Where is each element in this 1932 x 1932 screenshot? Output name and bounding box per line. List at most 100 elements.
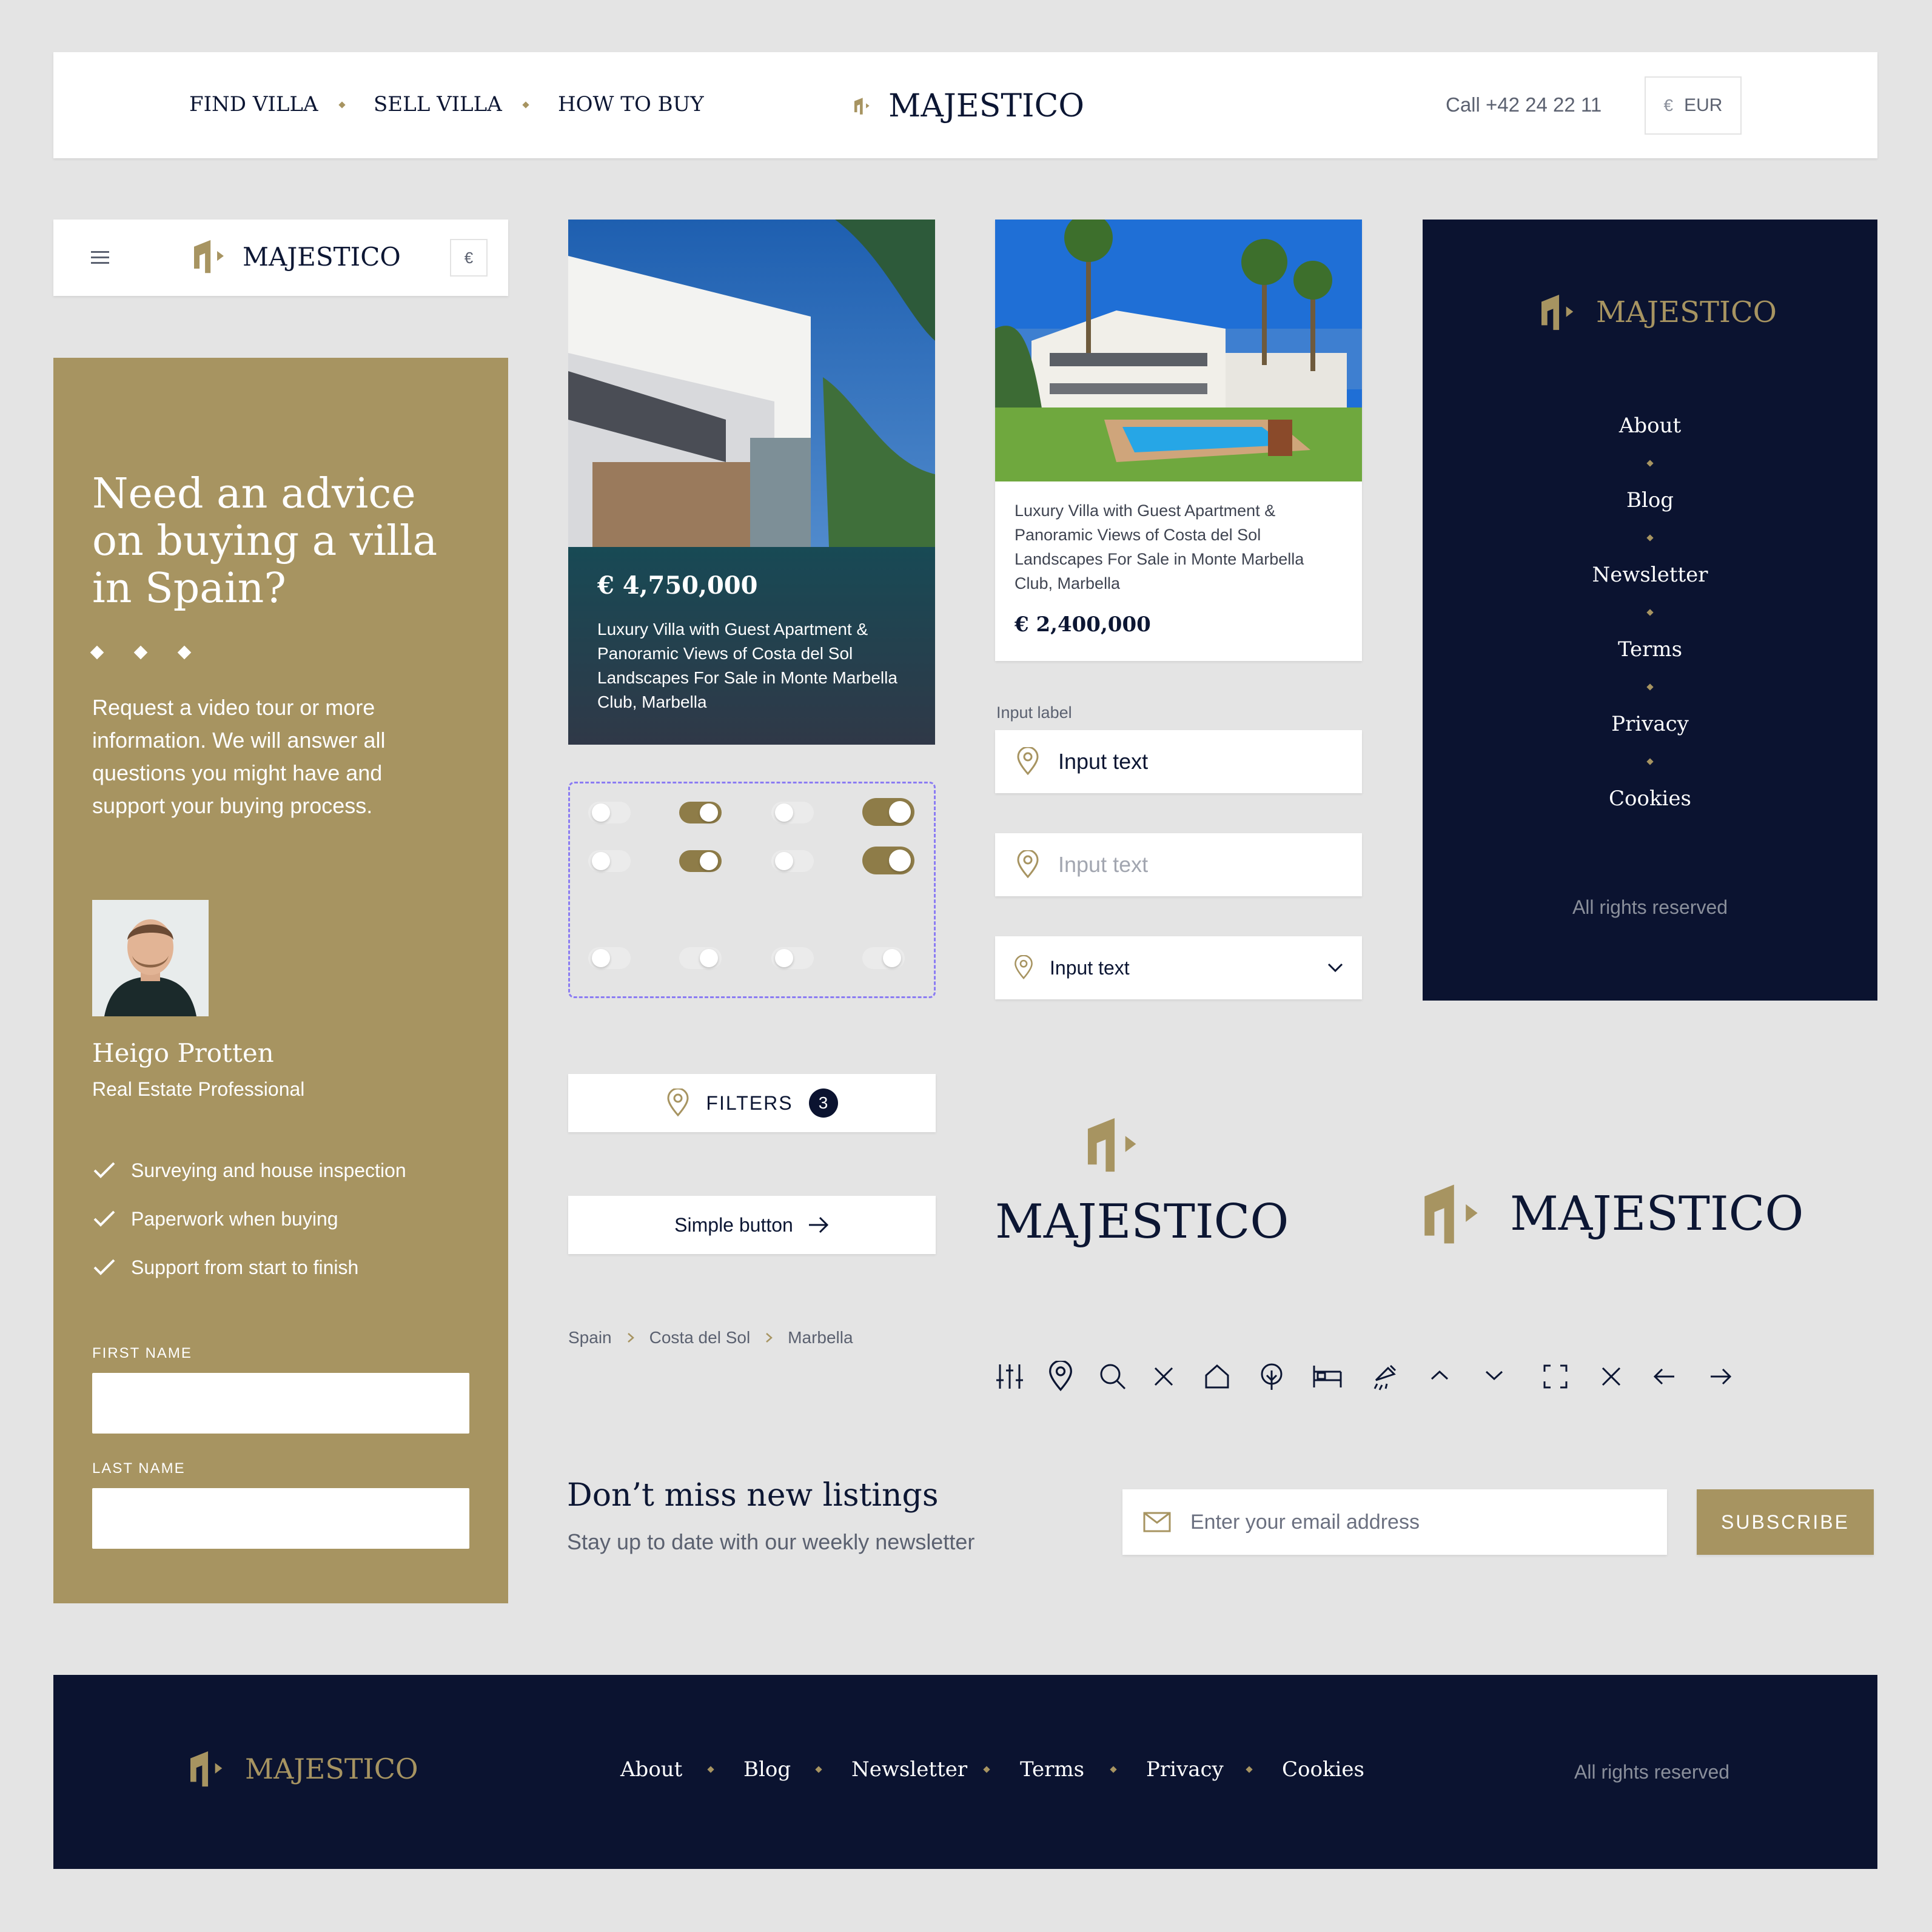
menu-item-newsletter[interactable]: Newsletter — [1423, 563, 1877, 587]
footer-link-blog[interactable]: Blog — [743, 1757, 791, 1782]
phone-number[interactable]: Call +42 24 22 11 — [1446, 93, 1602, 116]
menu-separator — [1646, 460, 1654, 467]
fullscreen-icon[interactable] — [1542, 1363, 1569, 1390]
search-icon[interactable] — [1098, 1362, 1127, 1391]
mobile-logo[interactable]: MAJESTICO — [193, 239, 401, 274]
shower-icon[interactable] — [1370, 1362, 1399, 1391]
footer-link-about[interactable]: About — [620, 1757, 682, 1782]
first-name-input[interactable] — [92, 1373, 469, 1434]
mail-icon — [1143, 1512, 1171, 1532]
toggle-switch[interactable] — [588, 802, 631, 823]
currency-label: EUR — [1684, 95, 1723, 115]
nav-sell-villa[interactable]: SELL VILLA — [374, 92, 502, 116]
location-input-empty[interactable]: Input text — [995, 833, 1362, 896]
menu-separator — [1646, 683, 1654, 691]
footer-link-cookies[interactable]: Cookies — [1282, 1757, 1364, 1782]
email-input[interactable]: Enter your email address — [1122, 1489, 1667, 1555]
villa-card[interactable]: Luxury Villa with Guest Apartment & Pano… — [995, 220, 1362, 661]
toggle-switch[interactable] — [862, 847, 914, 874]
newsletter-title: Don’t miss new listings — [567, 1477, 939, 1514]
simple-button[interactable]: Simple button — [568, 1196, 936, 1254]
menu-separator — [1646, 758, 1654, 765]
toggle-switch[interactable] — [588, 947, 631, 969]
check-icon — [93, 1259, 115, 1275]
subscribe-button[interactable]: SUBSCRIBE — [1697, 1489, 1874, 1555]
logo-mark-icon — [854, 98, 870, 115]
chevron-up-icon[interactable] — [1429, 1368, 1450, 1383]
mobile-header: MAJESTICO € — [53, 220, 508, 296]
location-pin-icon[interactable] — [1047, 1361, 1074, 1392]
toggle-switch[interactable] — [679, 850, 722, 872]
agent-avatar — [92, 900, 209, 1016]
menu-item-about[interactable]: About — [1423, 414, 1877, 438]
villa-card-featured[interactable]: € 4,750,000 Luxury Villa with Guest Apar… — [568, 220, 935, 745]
toggle-switch[interactable] — [862, 947, 905, 969]
chevron-right-icon — [627, 1333, 634, 1343]
footer-link-terms[interactable]: Terms — [1020, 1757, 1084, 1782]
arrow-left-icon[interactable] — [1652, 1366, 1677, 1387]
logo-text: MAJESTICO — [245, 1753, 418, 1785]
location-select[interactable]: Input text — [995, 936, 1362, 999]
chevron-down-icon[interactable] — [1484, 1368, 1504, 1383]
chevron-down-icon — [1327, 963, 1343, 973]
sliders-icon[interactable] — [995, 1362, 1024, 1391]
advice-body: Request a video tour or more information… — [92, 695, 386, 818]
logo-stacked: MAJESTICO — [995, 1116, 1289, 1255]
diamond-divider — [90, 645, 192, 660]
footer-logo[interactable]: MAJESTICO — [189, 1750, 418, 1788]
input-placeholder: Input text — [1058, 852, 1149, 877]
filter-count-badge: 3 — [808, 1088, 838, 1118]
breadcrumb-item[interactable]: Costa del Sol — [649, 1328, 751, 1347]
currency-button[interactable]: € — [450, 239, 488, 277]
logo-inline: MAJESTICO — [1423, 1182, 1803, 1246]
logo-text: MAJESTICO — [243, 241, 401, 272]
checklist-item: Support from start to finish — [92, 1243, 406, 1292]
menu-item-privacy[interactable]: Privacy — [1423, 712, 1877, 736]
bed-icon[interactable] — [1312, 1363, 1343, 1390]
menu-item-cookies[interactable]: Cookies — [1423, 787, 1877, 811]
card-title: Luxury Villa with Guest Apartment & Pano… — [1015, 501, 1304, 592]
breadcrumb-item[interactable]: Spain — [568, 1328, 612, 1347]
footer-separator — [983, 1766, 990, 1773]
logo-text: MAJESTICO — [888, 88, 1084, 124]
logo-text: MAJESTICO — [995, 1195, 1289, 1249]
last-name-input[interactable] — [92, 1488, 469, 1549]
home-icon[interactable] — [1202, 1362, 1232, 1391]
arrow-right-icon[interactable] — [1708, 1366, 1732, 1387]
footer-separator — [707, 1766, 714, 1773]
arrow-right-icon — [808, 1216, 828, 1233]
hamburger-menu-icon[interactable] — [91, 251, 109, 264]
toggle-switch[interactable] — [679, 947, 722, 969]
footer-link-privacy[interactable]: Privacy — [1146, 1757, 1224, 1782]
nav-separator — [522, 101, 529, 109]
toggle-switch[interactable] — [771, 850, 814, 872]
logo-text: MAJESTICO — [1596, 295, 1777, 329]
toggle-switch[interactable] — [862, 798, 914, 826]
footer-rights: All rights reserved — [1574, 1761, 1730, 1783]
currency-selector[interactable]: € EUR — [1645, 76, 1742, 135]
icon-set — [995, 1361, 1735, 1392]
menu-item-terms[interactable]: Terms — [1423, 637, 1877, 662]
location-input[interactable]: Input text — [995, 730, 1362, 793]
toggle-switch[interactable] — [771, 802, 814, 823]
close-icon[interactable] — [1598, 1363, 1625, 1390]
toggle-switch[interactable] — [588, 850, 631, 872]
footer-link-newsletter[interactable]: Newsletter — [851, 1757, 967, 1782]
euro-icon: € — [1663, 96, 1674, 115]
advice-title: Need an advice on buying a villa in Spai… — [92, 470, 438, 612]
filters-button[interactable]: FILTERS 3 — [568, 1074, 936, 1132]
breadcrumb-item[interactable]: Marbella — [788, 1328, 853, 1347]
nav-panel-logo[interactable]: MAJESTICO — [1540, 293, 1777, 331]
nav-how-to-buy[interactable]: HOW TO BUY — [558, 92, 704, 116]
checklist-item: Surveying and house inspection — [92, 1146, 406, 1195]
toggle-switch[interactable] — [771, 947, 814, 969]
menu-item-blog[interactable]: Blog — [1423, 488, 1877, 512]
location-pin-icon — [667, 1088, 689, 1117]
footer: MAJESTICO About Blog Newsletter Terms Pr… — [53, 1675, 1877, 1869]
header-logo[interactable]: MAJESTICO — [854, 85, 1084, 127]
nav-find-villa[interactable]: FIND VILLA — [189, 92, 318, 116]
toggle-switch[interactable] — [679, 802, 722, 823]
tree-icon[interactable] — [1257, 1362, 1286, 1391]
top-header: FIND VILLA SELL VILLA HOW TO BUY MAJESTI… — [53, 52, 1877, 158]
close-icon[interactable] — [1150, 1363, 1177, 1390]
